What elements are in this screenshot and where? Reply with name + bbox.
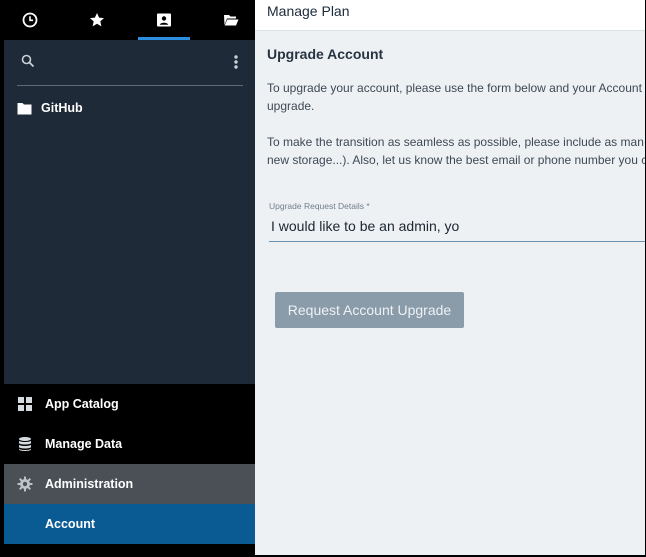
user-folder-icon bbox=[157, 13, 171, 27]
app-window: GitHub App Catalog Manage Data Administr… bbox=[4, 0, 645, 555]
nav-icon-wrap bbox=[17, 396, 33, 412]
nav-account[interactable]: Account bbox=[4, 504, 255, 544]
main-nav: App Catalog Manage Data Administration A… bbox=[4, 384, 255, 555]
database-icon bbox=[19, 437, 31, 451]
nav-label: Administration bbox=[45, 477, 134, 491]
upgrade-request-field: Upgrade Request Details * bbox=[269, 197, 645, 242]
nav-administration[interactable]: Administration bbox=[4, 464, 255, 504]
request-upgrade-button[interactable]: Request Account Upgrade bbox=[275, 292, 464, 328]
star-icon bbox=[90, 13, 104, 27]
tab-manage-plan[interactable]: Manage Plan bbox=[267, 3, 350, 19]
instructions-paragraph: To upgrade your account, please use the … bbox=[267, 79, 642, 115]
nav-label: Manage Data bbox=[45, 437, 123, 451]
search-input[interactable] bbox=[43, 52, 213, 72]
nav-icon-wrap bbox=[17, 476, 33, 492]
gear-icon bbox=[17, 476, 33, 492]
search-icon bbox=[21, 54, 35, 68]
upgrade-request-label: Upgrade Request Details * bbox=[269, 201, 370, 211]
tab-recent[interactable] bbox=[4, 0, 56, 40]
nav-label: Account bbox=[45, 517, 95, 531]
tree-item-label: GitHub bbox=[41, 101, 83, 115]
grid-icon bbox=[18, 397, 32, 411]
main-header: Manage Plan bbox=[255, 0, 645, 31]
page-title: Upgrade Account bbox=[267, 46, 384, 62]
search-bar bbox=[17, 48, 243, 86]
clock-icon bbox=[22, 12, 38, 28]
kebab-menu-icon[interactable] bbox=[230, 52, 242, 72]
details-paragraph: To make the transition as seamless as po… bbox=[267, 133, 645, 169]
details-line: new storage...). Also, let us know the b… bbox=[267, 153, 645, 167]
details-line: To make the transition as seamless as po… bbox=[267, 135, 644, 149]
main-panel: Manage Plan Upgrade Account To upgrade y… bbox=[255, 0, 645, 555]
sidebar: GitHub App Catalog Manage Data Administr… bbox=[4, 0, 255, 555]
instructions-line: To upgrade your account, please use the … bbox=[267, 81, 642, 95]
folder-icon bbox=[17, 102, 32, 114]
upgrade-request-input[interactable] bbox=[271, 215, 645, 237]
open-folder-icon bbox=[224, 15, 239, 26]
nav-icon-wrap bbox=[17, 436, 33, 452]
tab-my-data[interactable] bbox=[138, 0, 190, 40]
instructions-line: upgrade. bbox=[267, 99, 315, 113]
nav-app-catalog[interactable]: App Catalog bbox=[4, 384, 255, 424]
nav-label: App Catalog bbox=[45, 397, 119, 411]
tab-shared-data[interactable] bbox=[205, 0, 257, 40]
tree-item-github[interactable]: GitHub bbox=[17, 98, 243, 118]
sidebar-tabbar bbox=[4, 0, 255, 40]
nav-manage-data[interactable]: Manage Data bbox=[4, 424, 255, 464]
tab-favorites[interactable] bbox=[71, 0, 123, 40]
